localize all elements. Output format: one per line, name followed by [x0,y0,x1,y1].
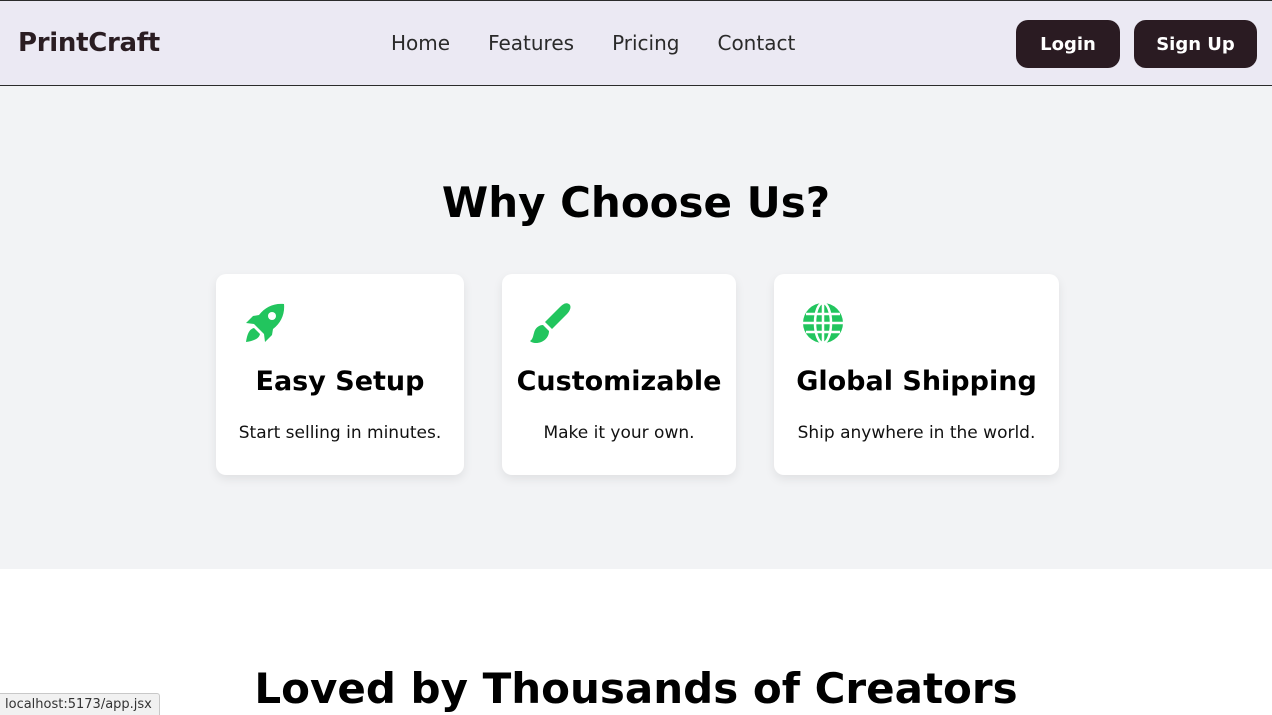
features-heading: Why Choose Us? [441,178,831,227]
feature-description: Ship anywhere in the world. [797,423,1036,443]
testimonials-section: Loved by Thousands of Creators [0,569,1272,715]
rocket-icon [246,303,285,342]
signup-button[interactable]: Sign Up [1134,20,1257,68]
feature-card-easy-setup: Easy Setup Start selling in minutes. [216,274,464,475]
globe-icon [803,302,843,344]
testimonials-heading: Loved by Thousands of Creators [254,664,1018,713]
feature-card-global-shipping: Global Shipping Ship anywhere in the wor… [774,274,1059,475]
paintbrush-icon [530,303,571,343]
features-section: Why Choose Us? Easy Setup Start selling … [0,86,1272,569]
feature-description: Start selling in minutes. [238,423,442,443]
navbar: PrintCraft Home Features Pricing Contact… [0,0,1272,86]
feature-title: Global Shipping [796,366,1037,397]
status-bar-url: localhost:5173/app.jsx [0,693,160,715]
nav-link-contact[interactable]: Contact [717,31,795,55]
feature-title: Easy Setup [255,366,425,397]
nav-link-home[interactable]: Home [391,31,450,55]
feature-description: Make it your own. [543,423,695,443]
nav-link-pricing[interactable]: Pricing [612,31,679,55]
brand-logo[interactable]: PrintCraft [18,28,160,58]
feature-title: Customizable [516,366,722,397]
feature-card-customizable: Customizable Make it your own. [502,274,736,475]
nav-links: Home Features Pricing Contact [391,31,795,55]
auth-buttons: Login Sign Up [1016,20,1257,68]
login-button[interactable]: Login [1016,20,1120,68]
nav-link-features[interactable]: Features [488,31,574,55]
